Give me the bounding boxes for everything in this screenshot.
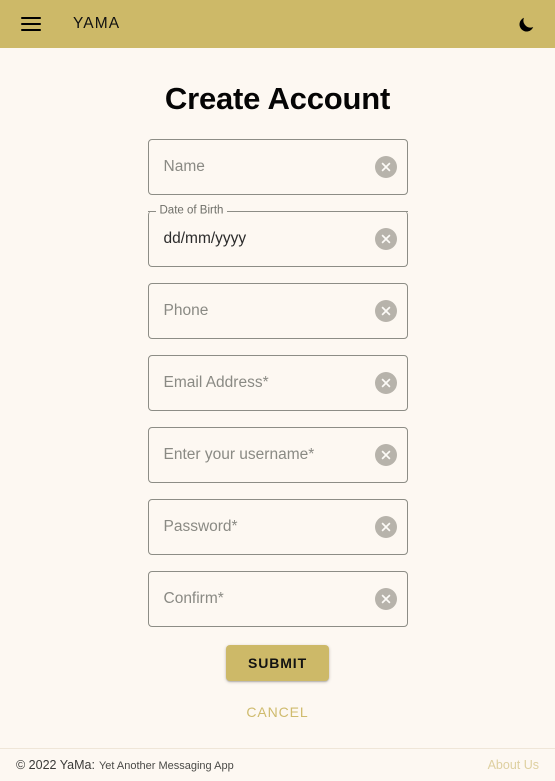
cancel-button[interactable]: CANCEL	[236, 698, 318, 726]
date-of-birth-input[interactable]	[147, 211, 408, 267]
footer-copyright: © 2022 YaMa: Yet Another Messaging App	[16, 758, 234, 772]
field-password[interactable]	[147, 499, 408, 555]
about-us-link[interactable]: About Us	[488, 758, 539, 772]
page-title: Create Account	[164, 81, 391, 116]
clear-icon[interactable]	[374, 588, 397, 610]
clear-icon[interactable]	[374, 156, 397, 178]
main-content: Create Account Date of Birth	[0, 48, 555, 748]
field-phone[interactable]	[147, 283, 408, 339]
confirm-password-input[interactable]	[147, 571, 408, 627]
hamburger-menu-icon[interactable]	[14, 7, 48, 41]
username-input[interactable]	[147, 427, 408, 483]
password-input[interactable]	[147, 499, 408, 555]
app-title: YAMA	[73, 15, 121, 32]
footer-tagline: Yet Another Messaging App	[98, 760, 234, 772]
page-footer: © 2022 YaMa: Yet Another Messaging App A…	[0, 748, 555, 781]
menu-line-1	[21, 17, 41, 19]
name-input[interactable]	[147, 139, 408, 195]
submit-button[interactable]: SUBMIT	[225, 645, 330, 681]
clear-icon[interactable]	[374, 516, 397, 538]
clear-icon[interactable]	[374, 300, 397, 322]
field-date-of-birth[interactable]: Date of Birth	[147, 205, 408, 267]
field-username[interactable]	[147, 427, 408, 483]
app-header: YAMA	[0, 0, 555, 48]
email-input[interactable]	[147, 355, 408, 411]
phone-input[interactable]	[147, 283, 408, 339]
clear-icon[interactable]	[374, 228, 397, 250]
form-actions: SUBMIT CANCEL	[148, 645, 408, 726]
field-email[interactable]	[147, 355, 408, 411]
clear-icon[interactable]	[374, 444, 397, 466]
copyright-text: © 2022 YaMa:	[16, 758, 95, 772]
moon-icon[interactable]	[511, 9, 541, 39]
menu-line-3	[21, 29, 41, 31]
menu-line-2	[21, 23, 41, 25]
field-name[interactable]	[147, 139, 408, 195]
clear-icon[interactable]	[374, 372, 397, 394]
field-confirm-password[interactable]	[147, 571, 408, 627]
create-account-form: Date of Birth	[147, 139, 408, 726]
